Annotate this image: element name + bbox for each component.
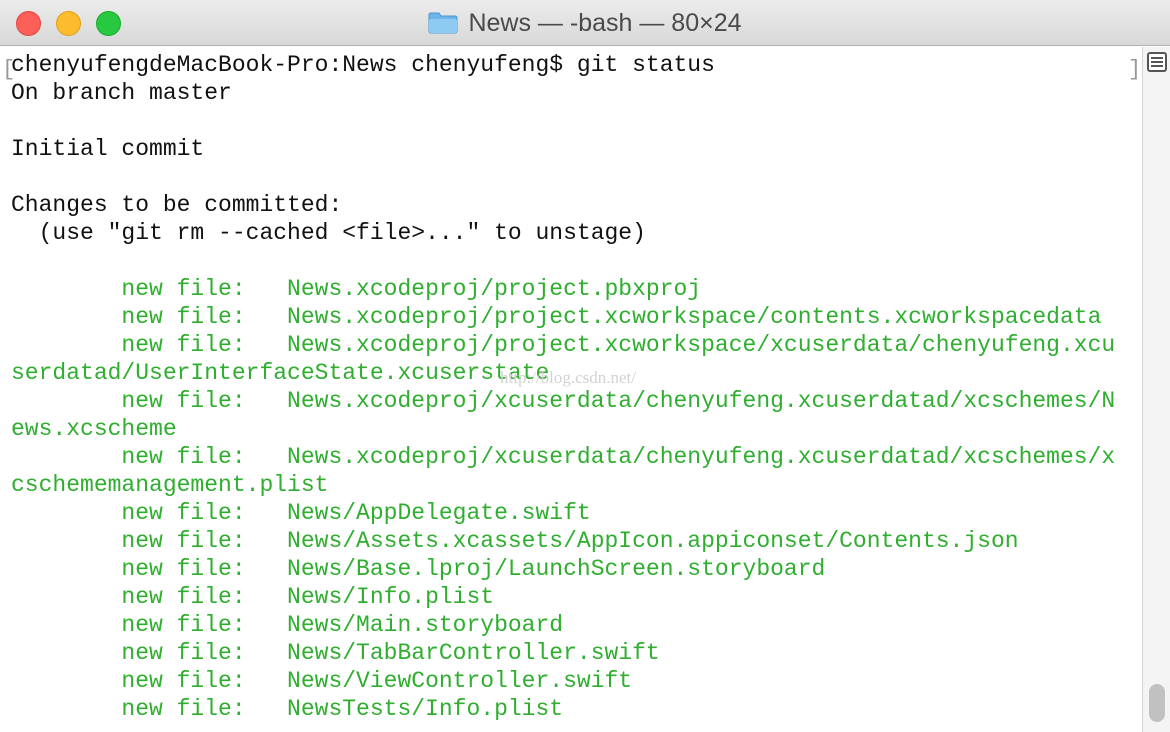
terminal-line: new file: News.xcodeproj/project.xcworks… [11, 304, 1102, 330]
split-pane-icon[interactable] [1147, 52, 1167, 72]
terminal-line: new file: News/TabBarController.swift [11, 640, 660, 666]
mark-bracket-right: ] [1128, 57, 1142, 82]
terminal-line: (use "git rm --cached <file>..." to unst… [11, 220, 646, 246]
terminal-line: Changes to be committed: [11, 192, 343, 218]
terminal-line: new file: News/AppDelegate.swift [11, 500, 591, 526]
terminal-line: new file: News/Main.storyboard [11, 612, 564, 638]
terminal-line: new file: News/Assets.xcassets/AppIcon.a… [11, 528, 1019, 554]
terminal-output[interactable]: [ ] chenyufengdeMacBook-Pro:News chenyuf… [0, 47, 1142, 732]
terminal-line: new file: News/Base.lproj/LaunchScreen.s… [11, 556, 826, 582]
terminal-line: chenyufengdeMacBook-Pro:News chenyufeng$… [11, 52, 715, 78]
scroll-sidebar [1142, 47, 1170, 732]
window-title-area: News — -bash — 80×24 [0, 0, 1170, 46]
terminal-line: ews.xcscheme [11, 416, 177, 442]
terminal-line: new file: News/ViewController.swift [11, 668, 633, 694]
folder-icon [428, 12, 458, 34]
terminal-line: cschememanagement.plist [11, 472, 329, 498]
terminal-line: new file: News.xcodeproj/xcuserdata/chen… [11, 444, 1116, 470]
terminal-line: On branch master [11, 80, 232, 106]
terminal-line: Initial commit [11, 136, 205, 162]
terminal-line: new file: News/Info.plist [11, 584, 495, 610]
terminal-window: News — -bash — 80×24 [ ] chenyufengdeMac… [0, 0, 1170, 732]
scrollbar-thumb[interactable] [1149, 684, 1165, 722]
window-title: News — -bash — 80×24 [468, 8, 742, 37]
terminal-line: serdatad/UserInterfaceState.xcuserstate [11, 360, 550, 386]
terminal-line: new file: NewsTests/Info.plist [11, 696, 564, 722]
terminal-line: new file: News.xcodeproj/project.xcworks… [11, 332, 1116, 358]
watermark: http://blog.csdn.net/ [500, 368, 636, 387]
terminal-line: new file: News.xcodeproj/project.pbxproj [11, 276, 702, 302]
title-bar[interactable]: News — -bash — 80×24 [0, 0, 1170, 46]
terminal-line: new file: News.xcodeproj/xcuserdata/chen… [11, 388, 1116, 414]
